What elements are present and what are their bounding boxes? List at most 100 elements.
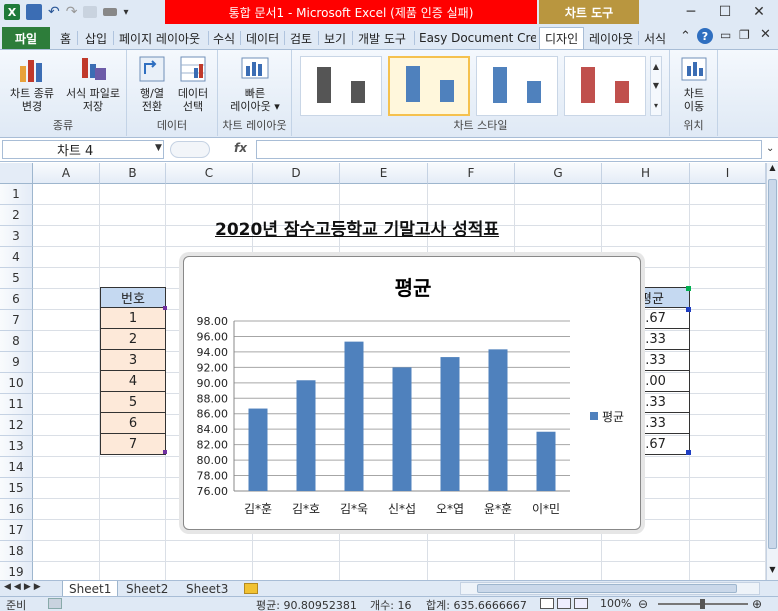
row-header-8[interactable]: 8 — [0, 331, 33, 352]
zoom-out-icon[interactable]: ⊖ — [638, 597, 648, 611]
column-header-b[interactable]: B — [100, 163, 166, 184]
column-header-d[interactable]: D — [253, 163, 340, 184]
page-layout-view-icon[interactable] — [557, 598, 571, 609]
tab-developer[interactable]: 개발 도구 — [353, 27, 411, 49]
help-icon[interactable]: ? — [697, 28, 713, 44]
row-header-15[interactable]: 15 — [0, 478, 33, 499]
row-header-16[interactable]: 16 — [0, 499, 33, 520]
row-header-1[interactable]: 1 — [0, 184, 33, 205]
select-data-button[interactable]: 데이터 선택 — [173, 54, 213, 113]
restore-button[interactable]: ☐ — [708, 0, 742, 24]
cell-number[interactable]: 7 — [100, 434, 166, 455]
chart-bar[interactable] — [536, 431, 556, 491]
row-header-9[interactable]: 9 — [0, 352, 33, 373]
chart-object[interactable]: 평균 76.00 78.00 80.00 82.00 84.00 86.00 88.00 90… — [183, 256, 641, 530]
page-break-view-icon[interactable] — [574, 598, 588, 609]
chart-title[interactable]: 평균 — [395, 276, 432, 300]
row-header-5[interactable]: 5 — [0, 268, 33, 289]
range-handle[interactable] — [163, 450, 167, 454]
column-header-f[interactable]: F — [428, 163, 515, 184]
chart-bar[interactable] — [440, 357, 460, 491]
chart-bar[interactable] — [296, 380, 316, 491]
tab-formulas[interactable]: 수식 — [208, 27, 240, 49]
doc-close-icon[interactable]: ✕ — [760, 27, 771, 42]
normal-view-icon[interactable] — [540, 598, 554, 609]
range-handle[interactable] — [163, 306, 167, 310]
column-header-g[interactable]: G — [515, 163, 602, 184]
tab-layout[interactable]: 레이아웃 — [584, 27, 638, 49]
row-header-13[interactable]: 13 — [0, 436, 33, 457]
cell-number[interactable]: 3 — [100, 350, 166, 371]
print-preview-icon[interactable] — [83, 6, 98, 18]
save-icon[interactable] — [26, 4, 42, 20]
insert-function-icon[interactable]: fx — [234, 141, 247, 155]
row-header-2[interactable]: 2 — [0, 205, 33, 226]
redo-icon[interactable]: ↷ — [66, 4, 78, 20]
tab-file[interactable]: 파일 — [2, 27, 50, 49]
cell-number[interactable]: 2 — [100, 329, 166, 350]
tab-insert[interactable]: 삽입 — [80, 27, 112, 49]
cell-number[interactable]: 1 — [100, 308, 166, 329]
expand-formula-bar-icon[interactable]: ⌄ — [766, 143, 774, 154]
scroll-down-icon[interactable]: ▼ — [653, 81, 659, 90]
row-header-11[interactable]: 11 — [0, 394, 33, 415]
chart-bar[interactable] — [344, 341, 364, 491]
tab-view[interactable]: 보기 — [319, 27, 351, 49]
horizontal-scrollbar[interactable] — [460, 582, 760, 595]
zoom-slider-thumb[interactable] — [700, 599, 705, 609]
scroll-up-icon[interactable]: ▲ — [653, 62, 659, 71]
customize-qat-icon[interactable]: ▾ — [123, 7, 128, 18]
name-box-dropdown-icon[interactable]: ▼ — [155, 143, 162, 153]
formula-bar-resizer[interactable] — [170, 141, 210, 158]
row-header-4[interactable]: 4 — [0, 247, 33, 268]
style-gallery-scroll[interactable]: ▲ ▼ ▾ — [650, 56, 662, 116]
tab-easy-document-creator[interactable]: Easy Document Creato — [414, 27, 536, 49]
insert-sheet-icon[interactable] — [244, 583, 258, 594]
legend-label[interactable]: 평균 — [602, 410, 624, 424]
row-header-17[interactable]: 17 — [0, 520, 33, 541]
row-header-14[interactable]: 14 — [0, 457, 33, 478]
quick-layout-button[interactable]: 빠른 레이아웃 ▾ — [224, 54, 286, 113]
sheet-tab-3[interactable]: Sheet3 — [180, 581, 234, 597]
sheet-tab-2[interactable]: Sheet2 — [120, 581, 174, 597]
worksheet-grid[interactable]: ABCDEFGHI 1 2 3 4 5 6 7 8 9 10 11 12 13 14 15 16 17 18 19 … — [0, 163, 766, 580]
zoom-level[interactable]: 100% — [600, 597, 631, 610]
row-header-19[interactable]: 19 — [0, 562, 33, 580]
column-header-i[interactable]: I — [690, 163, 766, 184]
gallery-more-icon[interactable]: ▾ — [654, 101, 658, 110]
cell-number[interactable]: 4 — [100, 371, 166, 392]
doc-minimize-icon[interactable]: ▭ — [720, 28, 731, 42]
excel-icon[interactable]: X — [4, 4, 20, 20]
move-chart-button[interactable]: 차트 이동 — [676, 54, 712, 113]
format-icon[interactable] — [103, 8, 118, 16]
vertical-scroll-thumb[interactable] — [768, 179, 777, 549]
row-header-10[interactable]: 10 — [0, 373, 33, 394]
range-handle[interactable] — [686, 286, 691, 291]
scroll-up-arrow[interactable]: ▲ — [767, 163, 778, 177]
minimize-button[interactable]: ─ — [674, 0, 708, 24]
cell-header-no[interactable]: 번호 — [100, 287, 166, 308]
range-handle[interactable] — [686, 450, 691, 455]
column-header-e[interactable]: E — [340, 163, 428, 184]
horizontal-scroll-thumb[interactable] — [477, 584, 737, 593]
chart-bar[interactable] — [392, 367, 412, 491]
chart-style-3[interactable] — [476, 56, 558, 116]
select-all-corner[interactable] — [0, 163, 33, 184]
chart-style-2-selected[interactable] — [388, 56, 470, 116]
column-header-a[interactable]: A — [33, 163, 100, 184]
range-handle[interactable] — [686, 307, 691, 312]
save-as-template-button[interactable]: 서식 파일로 저장 — [62, 54, 124, 113]
undo-icon[interactable]: ↶ — [48, 4, 60, 20]
doc-restore-icon[interactable]: ❐ — [739, 28, 750, 42]
macro-record-icon[interactable] — [48, 598, 62, 609]
tab-home[interactable]: 홈 — [55, 27, 76, 49]
tab-data[interactable]: 데이터 — [241, 27, 284, 49]
row-header-7[interactable]: 7 — [0, 310, 33, 331]
close-button[interactable]: ✕ — [742, 0, 776, 24]
tab-review[interactable]: 검토 — [285, 27, 317, 49]
collapse-ribbon-icon[interactable]: ⌃ — [680, 29, 691, 44]
chart-style-4[interactable] — [564, 56, 646, 116]
formula-input[interactable] — [256, 140, 762, 159]
chart-style-1[interactable] — [300, 56, 382, 116]
chart-bar[interactable] — [248, 408, 268, 491]
